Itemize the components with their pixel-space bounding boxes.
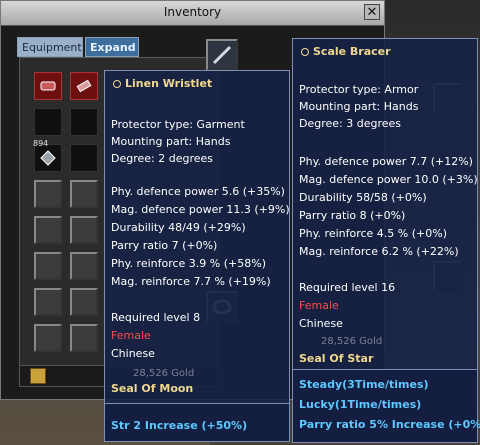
inventory-slot[interactable]	[70, 324, 98, 352]
protector-type: Protector type: Armor	[299, 83, 419, 96]
race-restriction: Chinese	[299, 317, 343, 330]
tab-expand[interactable]: Expand	[85, 37, 139, 57]
mounting-part: Mounting part: Hands	[299, 100, 419, 113]
close-icon[interactable]: ✕	[364, 4, 380, 20]
inventory-slot[interactable]: 894	[33, 139, 62, 172]
tooltip-bonus-section: Str 2 Increase (+50%)	[105, 403, 289, 441]
race-restriction: Chinese	[111, 347, 155, 360]
inventory-slot[interactable]	[70, 288, 98, 316]
inventory-title: Inventory	[163, 5, 222, 19]
parry-ratio: Parry ratio 8 (+0%)	[299, 209, 406, 222]
inventory-slot[interactable]	[34, 216, 62, 244]
bullet-icon	[301, 48, 309, 56]
gender-restriction: Female	[299, 299, 339, 312]
inventory-slot[interactable]	[70, 72, 98, 100]
inventory-slot[interactable]	[70, 252, 98, 280]
item-name: Scale Bracer	[313, 45, 391, 58]
degree: Degree: 3 degrees	[299, 117, 402, 130]
seal-name: Seal Of Star	[299, 352, 374, 365]
required-level: Required level 8	[111, 311, 201, 324]
inventory-slot[interactable]	[34, 180, 62, 208]
bonus-line: Steady(3Time/times)	[299, 378, 429, 391]
inventory-slot[interactable]	[70, 108, 98, 136]
gold-pouch-icon[interactable]	[30, 368, 46, 384]
inventory-slot[interactable]	[34, 108, 62, 136]
wristlet-item-icon	[40, 81, 56, 91]
sword-icon	[212, 45, 232, 65]
equipment-slot-weapon[interactable]	[206, 39, 238, 71]
mag-defence: Mag. defence power 11.3 (+9%)	[111, 203, 290, 216]
bonus-line: Lucky(1Time/times)	[299, 398, 422, 411]
inventory-slot[interactable]	[34, 252, 62, 280]
bullet-icon	[113, 80, 121, 88]
gender-restriction: Female	[111, 329, 151, 342]
inventory-slot[interactable]	[34, 324, 62, 352]
mag-reinforce: Mag. reinforce 7.7 % (+19%)	[111, 275, 271, 288]
phy-reinforce: Phy. reinforce 4.5 % (+0%)	[299, 227, 448, 240]
scroll-item-icon	[76, 79, 92, 93]
stack-count: 894	[33, 139, 49, 148]
inventory-slot[interactable]	[70, 216, 98, 244]
mag-reinforce: Mag. reinforce 6.2 % (+22%)	[299, 245, 459, 258]
phy-defence: Phy. defence power 7.7 (+12%)	[299, 155, 473, 168]
bonus-line: Parry ratio 5% Increase (+0%)	[299, 418, 480, 431]
inventory-slot[interactable]	[70, 144, 98, 172]
protector-type: Protector type: Garment	[111, 118, 245, 131]
tab-equipment[interactable]: Equipment	[17, 37, 83, 57]
required-level: Required level 16	[299, 281, 396, 294]
mag-defence: Mag. defence power 10.0 (+3%)	[299, 173, 478, 186]
gold-amount: 28,526 Gold	[133, 368, 195, 379]
durability: Durability 48/49 (+29%)	[111, 221, 246, 234]
parry-ratio: Parry ratio 7 (+0%)	[111, 239, 218, 252]
phy-defence: Phy. defence power 5.6 (+35%)	[111, 185, 285, 198]
inventory-slot[interactable]	[70, 180, 98, 208]
inventory-titlebar[interactable]: Inventory ✕	[1, 1, 384, 26]
durability: Durability 58/58 (+0%)	[299, 191, 427, 204]
seal-name: Seal Of Moon	[111, 382, 194, 395]
tooltip-bonus-section: Steady(3Time/times) Lucky(1Time/times) P…	[293, 369, 480, 442]
inventory-slot[interactable]	[34, 288, 62, 316]
item-name: Linen Wristlet	[125, 77, 213, 90]
potion-item-icon	[40, 150, 56, 166]
tooltip-linen-wristlet: Linen Wristlet Protector type: Garment M…	[104, 70, 290, 442]
tooltip-scale-bracer: Scale Bracer Protector type: Armor Mount…	[292, 38, 480, 443]
phy-reinforce: Phy. reinforce 3.9 % (+58%)	[111, 257, 266, 270]
inventory-slot[interactable]	[34, 72, 62, 100]
mounting-part: Mounting part: Hands	[111, 135, 231, 148]
gold-amount: 28,526 Gold	[321, 336, 383, 347]
degree: Degree: 2 degrees	[111, 152, 214, 165]
bonus-line: Str 2 Increase (+50%)	[111, 419, 248, 432]
